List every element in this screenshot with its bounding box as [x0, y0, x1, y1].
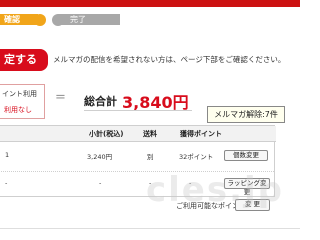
tooltip-popup: メルマガ解除:7件 [207, 106, 285, 123]
header-shipping: 送料 [143, 130, 157, 138]
header-points: 獲得ポイント [180, 130, 222, 138]
point-usage-box: イント利用 利用なし [0, 84, 45, 119]
row-index: 1 [5, 151, 10, 159]
total-underline [84, 110, 192, 111]
step-done-label: 完了 [70, 15, 86, 24]
header-subtotal: 小計(税込) [89, 130, 124, 138]
point-usage-label: イント利用 [2, 90, 37, 98]
grand-total-label: 総合計 [84, 95, 117, 108]
newsletter-notice: メルマガの配信を希望されない方は、ページ下部をご確認ください。 [53, 55, 286, 64]
step-confirm-label: 確認 [4, 15, 20, 24]
quantity-change-button[interactable]: 個数変更 [224, 150, 268, 161]
table-row: 1 3,240円 別 32ポイント 個数変更 [0, 141, 274, 172]
row-shipping: 別 [147, 153, 154, 161]
step-indicator-active [34, 13, 46, 26]
bottom-divider [0, 228, 300, 229]
point-usage-value: 利用なし [4, 106, 32, 114]
step-done: 完了 [58, 14, 120, 25]
row-subtotal: 3,240円 [87, 153, 113, 161]
table-header: 小計(税込) 送料 獲得ポイント [0, 126, 276, 142]
row-subtotal: - [99, 179, 102, 187]
top-red-bar [0, 0, 300, 7]
equals-sign: = [55, 90, 66, 105]
confirm-order-button[interactable]: 定する [0, 49, 48, 71]
watermark: cles.jp [146, 170, 285, 210]
step-confirm: 確認 [0, 14, 38, 25]
row-points: 32ポイント [179, 153, 214, 161]
row-index: - [5, 179, 8, 187]
